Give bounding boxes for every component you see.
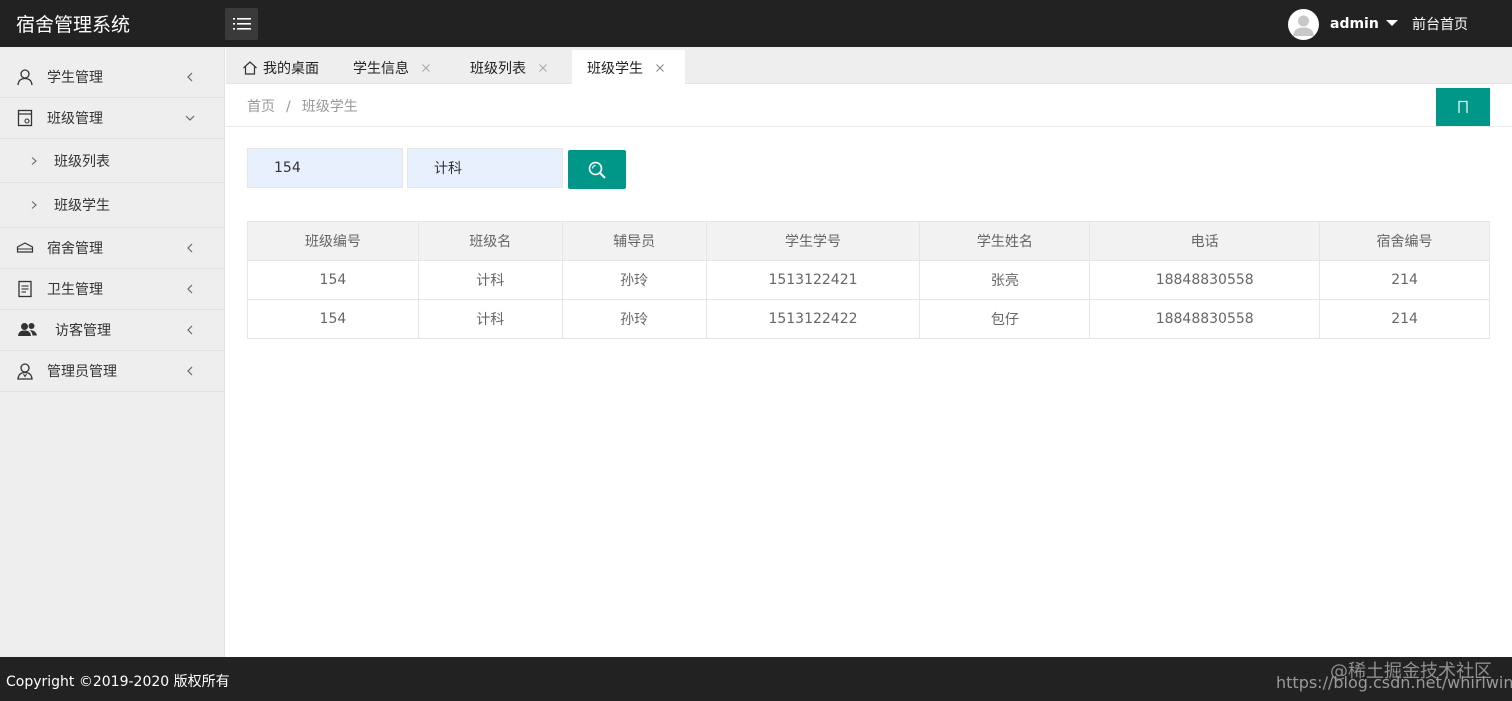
front-page-link[interactable]: 前台首页	[1412, 14, 1468, 34]
column-header: 学生学号	[705, 221, 921, 261]
refresh-icon	[1458, 100, 1468, 113]
sidebar-item-label: 班级管理	[47, 111, 103, 127]
breadcrumb-current: 班级学生	[301, 99, 358, 115]
home-icon	[243, 60, 257, 75]
class-students-table: 班级编号 班级名 辅导员 学生学号 学生姓名 电话 宿舍编号 154 计科 孙玲…	[247, 221, 1490, 339]
column-header: 班级编号	[247, 221, 419, 261]
table-cell: 包仔	[919, 299, 1091, 339]
column-header: 宿舍编号	[1319, 221, 1490, 261]
tab-student-info[interactable]: 学生信息	[353, 50, 431, 85]
chevron-left-icon	[187, 284, 193, 294]
class-id-input[interactable]	[247, 148, 403, 188]
table-header-row: 班级编号 班级名 辅导员 学生学号 学生姓名 电话 宿舍编号	[247, 221, 1490, 261]
table-cell: 1513122422	[705, 299, 921, 339]
table-cell: 154	[247, 260, 419, 300]
close-icon[interactable]	[538, 63, 548, 73]
admin-icon	[17, 363, 33, 380]
tab-class-list[interactable]: 班级列表	[470, 50, 548, 85]
table-row: 154 计科 孙玲 1513122422 包仔 18848830558 214	[247, 299, 1490, 339]
caret-down-icon[interactable]	[1385, 20, 1398, 26]
tab-class-students[interactable]: 班级学生	[572, 50, 685, 85]
table-cell: 计科	[417, 260, 563, 300]
table-cell: 214	[1319, 260, 1490, 300]
sidebar-subitem-class-list[interactable]: 班级列表	[0, 139, 224, 183]
sidebar-subitem-class-students[interactable]: 班级学生	[0, 183, 224, 228]
close-icon[interactable]	[655, 63, 665, 73]
breadcrumb-separator: /	[286, 99, 291, 115]
class-name-input[interactable]	[407, 148, 563, 188]
search-button[interactable]	[568, 150, 626, 189]
tab-label: 学生信息	[353, 60, 409, 77]
table-row: 154 计科 孙玲 1513122421 张亮 18848830558 214	[247, 260, 1490, 300]
sidebar-item-class[interactable]: 班级管理	[0, 98, 224, 139]
sidebar-item-dorm[interactable]: 宿舍管理	[0, 228, 224, 269]
column-header: 学生姓名	[919, 221, 1091, 261]
search-icon	[588, 161, 606, 179]
table-cell: 计科	[417, 299, 563, 339]
sidebar-item-visitor[interactable]: 访客管理	[0, 310, 224, 351]
chevron-down-icon	[185, 115, 195, 121]
top-header: 宿舍管理系统 admin 前台首页	[0, 0, 1512, 47]
chevron-left-icon	[187, 366, 193, 376]
sidebar-item-label: 管理员管理	[47, 364, 117, 380]
column-header: 辅导员	[561, 221, 707, 261]
breadcrumb-bar: 首页 / 班级学生	[226, 85, 1512, 127]
sidebar-subitem-label: 班级列表	[54, 153, 110, 170]
table-cell: 18848830558	[1089, 260, 1321, 300]
visitor-icon	[18, 323, 37, 336]
watermark-url: https://blog.csdn.net/whirlwind526	[1276, 673, 1512, 692]
chevron-left-icon	[187, 243, 193, 253]
table-cell: 214	[1319, 299, 1490, 339]
user-menu[interactable]: admin	[1288, 8, 1398, 40]
menu-toggle-button[interactable]	[225, 8, 258, 40]
sidebar-item-student[interactable]: 学生管理	[0, 56, 224, 98]
table-cell: 18848830558	[1089, 299, 1321, 339]
tab-bar: 我的桌面 学生信息 班级列表 班级学生	[226, 47, 1512, 85]
tab-label: 班级列表	[470, 60, 526, 77]
column-header: 班级名	[417, 221, 563, 261]
chevron-left-icon	[187, 325, 193, 335]
user-icon	[17, 68, 33, 85]
table-cell: 孙玲	[561, 299, 707, 339]
sidebar-item-label: 卫生管理	[47, 282, 103, 298]
sidebar-item-label: 宿舍管理	[47, 241, 103, 257]
tab-label: 班级学生	[587, 60, 643, 77]
username[interactable]: admin	[1330, 16, 1379, 32]
sidebar-subitem-label: 班级学生	[54, 198, 110, 214]
sidebar-item-hygiene[interactable]: 卫生管理	[0, 269, 224, 310]
app-title: 宿舍管理系统	[16, 14, 131, 36]
breadcrumb: 首页 / 班级学生	[247, 96, 358, 116]
breadcrumb-home[interactable]: 首页	[247, 99, 275, 115]
sidebar-item-label: 访客管理	[55, 323, 111, 339]
hygiene-icon	[18, 280, 32, 298]
sidebar-item-label: 学生管理	[47, 69, 103, 86]
avatar[interactable]	[1288, 8, 1319, 40]
dorm-icon	[16, 242, 34, 253]
table-cell: 孙玲	[561, 260, 707, 300]
copyright-text: Copyright ©2019-2020 版权所有	[6, 674, 230, 690]
chevron-left-icon	[187, 72, 193, 81]
avatar-person-icon	[1293, 15, 1314, 36]
footer: Copyright ©2019-2020 版权所有 @稀土掘金技术社区 http…	[0, 657, 1512, 701]
table-cell: 1513122421	[705, 260, 921, 300]
chevron-right-icon	[31, 201, 37, 209]
sidebar: 学生管理 班级管理 班级列表 班级学生 宿舍管理 卫生管理 访客管理 管理员管理	[0, 47, 225, 657]
close-icon[interactable]	[421, 63, 431, 73]
refresh-button[interactable]	[1436, 88, 1490, 126]
class-icon	[17, 109, 33, 127]
table-cell: 张亮	[919, 260, 1091, 300]
chevron-right-icon	[31, 156, 37, 165]
table-cell: 154	[247, 299, 419, 339]
tab-desktop[interactable]: 我的桌面	[242, 50, 319, 85]
sidebar-item-admin[interactable]: 管理员管理	[0, 351, 224, 392]
tab-label: 我的桌面	[263, 60, 319, 77]
column-header: 电话	[1089, 221, 1321, 261]
list-icon	[232, 18, 251, 30]
